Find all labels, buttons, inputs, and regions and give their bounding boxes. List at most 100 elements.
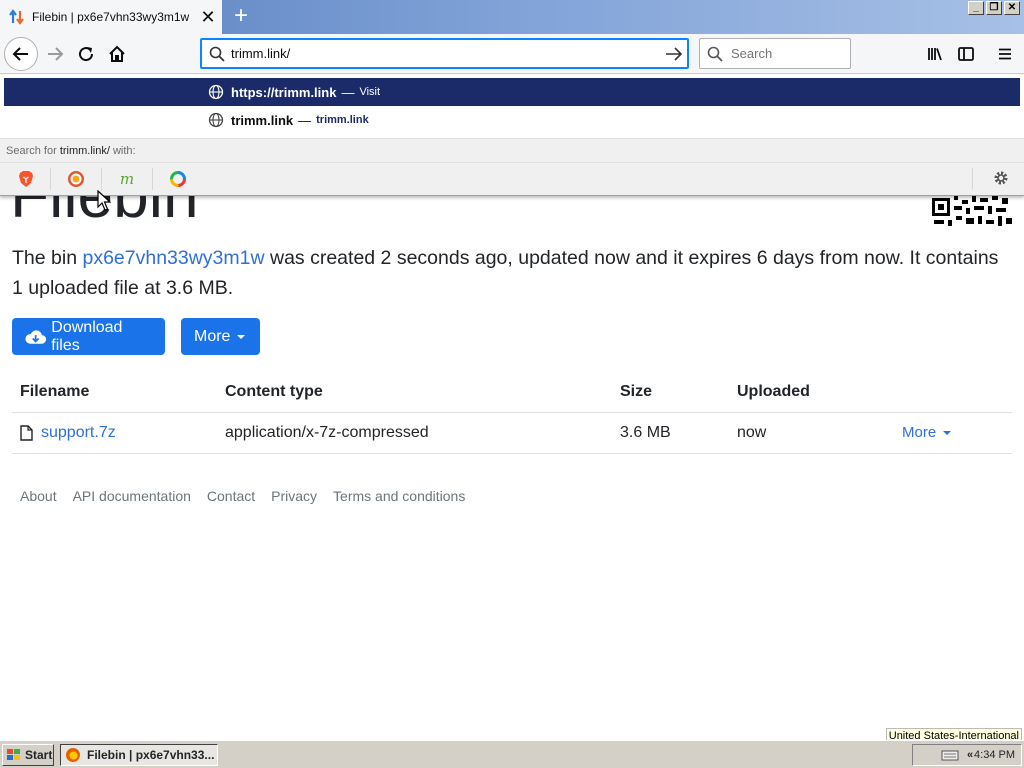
tab-close-icon[interactable]: ✕ bbox=[198, 7, 218, 28]
uploaded-cell: now bbox=[729, 412, 894, 454]
engine-separator bbox=[152, 168, 153, 190]
bin-id-link[interactable]: px6e7vhn33wy3m1w bbox=[82, 247, 264, 269]
library-button[interactable] bbox=[920, 39, 950, 69]
search-with-prefix: Search for bbox=[6, 145, 60, 157]
url-suggestions-dropdown: https://trimm.link — Visit trimm.link — … bbox=[0, 75, 1024, 196]
suggestion-separator: — bbox=[341, 84, 355, 100]
more-dropdown-button[interactable]: More bbox=[181, 318, 260, 355]
download-files-label: Download files bbox=[51, 318, 123, 354]
file-icon bbox=[20, 424, 33, 441]
search-icon bbox=[707, 46, 723, 62]
tray-expand-button[interactable]: « bbox=[967, 749, 973, 761]
reload-button[interactable] bbox=[71, 39, 101, 69]
footer-link-terms[interactable]: Terms and conditions bbox=[333, 488, 465, 504]
mouse-cursor-icon bbox=[97, 190, 111, 211]
cloud-download-icon bbox=[25, 329, 47, 344]
column-header-actions bbox=[894, 372, 1012, 413]
search-with-label: Search for trimm.link/ with: bbox=[0, 138, 1024, 162]
clock: 4:34 PM bbox=[974, 749, 1015, 761]
summary-prefix: The bin bbox=[12, 247, 83, 269]
hamburger-icon bbox=[999, 48, 1011, 60]
file-link[interactable]: support.7z bbox=[41, 424, 116, 442]
tab-title: Filebin | px6e7vhn33wy3m1w bbox=[32, 10, 190, 24]
library-icon bbox=[928, 48, 942, 61]
forward-arrow-icon bbox=[48, 47, 64, 61]
qr-code-icon bbox=[932, 196, 1012, 226]
files-table: Filename Content type Size Uploaded supp… bbox=[12, 372, 1012, 454]
footer-link-privacy[interactable]: Privacy bbox=[271, 488, 317, 504]
search-with-suffix: with: bbox=[109, 145, 136, 157]
size-cell: 3.6 MB bbox=[612, 412, 729, 454]
search-engines-row: m bbox=[0, 162, 1024, 195]
filename-cell: support.7z bbox=[12, 412, 217, 454]
go-button[interactable] bbox=[660, 46, 688, 62]
page-content: Filebin The bin px6e7vhn33wy3m1w was cre… bbox=[0, 196, 1024, 740]
taskbar-item-firefox[interactable]: Filebin | px6e7vhn33... bbox=[60, 744, 218, 766]
bin-summary: The bin px6e7vhn33wy3m1w was created 2 s… bbox=[12, 243, 1012, 303]
row-actions-cell: More bbox=[894, 412, 1012, 454]
globe-icon bbox=[208, 84, 224, 100]
go-arrow-icon bbox=[666, 46, 683, 61]
table-header-row: Filename Content type Size Uploaded bbox=[12, 372, 1012, 413]
tab-filebin[interactable]: Filebin | px6e7vhn33wy3m1w ✕ bbox=[0, 0, 222, 34]
restore-button[interactable]: ❐ bbox=[986, 1, 1002, 15]
caret-down-icon bbox=[943, 430, 952, 435]
content-type-cell: application/x-7z-compressed bbox=[217, 412, 612, 454]
qwant-icon bbox=[170, 171, 186, 187]
footer-links: About API documentation Contact Privacy … bbox=[20, 488, 465, 504]
column-header-filename: Filename bbox=[12, 372, 217, 413]
new-tab-button[interactable]: + bbox=[228, 4, 254, 30]
home-button[interactable] bbox=[102, 39, 132, 69]
url-input[interactable] bbox=[231, 46, 660, 61]
globe-icon bbox=[208, 112, 224, 128]
gear-icon bbox=[994, 171, 1008, 185]
suggestion-action: Visit bbox=[359, 86, 381, 98]
column-header-size: Size bbox=[612, 372, 729, 413]
start-button[interactable]: Start bbox=[2, 744, 54, 766]
suggestion-row-domain[interactable]: trimm.link — trimm.link bbox=[4, 106, 1020, 134]
download-files-button[interactable]: Download files bbox=[12, 318, 165, 355]
engine-brave-button[interactable] bbox=[15, 168, 37, 190]
search-icon bbox=[209, 46, 225, 62]
engine-mojeek-button[interactable]: m bbox=[116, 168, 138, 190]
firefox-icon bbox=[66, 748, 80, 762]
system-tray: « 4:34 PM bbox=[912, 744, 1022, 766]
search-settings-button[interactable] bbox=[992, 169, 1010, 192]
back-button[interactable] bbox=[4, 37, 38, 71]
forward-button[interactable] bbox=[40, 39, 70, 69]
minimize-button[interactable]: _ bbox=[968, 1, 984, 15]
search-input[interactable] bbox=[731, 46, 850, 61]
column-header-uploaded: Uploaded bbox=[729, 372, 894, 413]
start-label: Start bbox=[25, 748, 53, 762]
engine-qwant-button[interactable] bbox=[167, 168, 189, 190]
navigation-toolbar bbox=[0, 34, 1024, 74]
column-header-content-type: Content type bbox=[217, 372, 612, 413]
back-arrow-icon bbox=[12, 47, 28, 61]
engine-separator bbox=[972, 168, 973, 190]
search-with-term: trimm.link/ bbox=[59, 145, 110, 157]
mojeek-icon: m bbox=[119, 170, 135, 188]
search-bar[interactable] bbox=[699, 38, 851, 69]
sidebar-button[interactable] bbox=[951, 39, 981, 69]
footer-link-about[interactable]: About bbox=[20, 488, 57, 504]
url-bar[interactable] bbox=[200, 38, 689, 69]
keyboard-icon[interactable] bbox=[941, 749, 959, 761]
footer-link-api-documentation[interactable]: API documentation bbox=[73, 488, 191, 504]
taskbar: Start Filebin | px6e7vhn33... « 4:34 PM bbox=[0, 740, 1024, 768]
brave-icon bbox=[19, 171, 33, 187]
home-icon bbox=[109, 45, 125, 62]
taskbar-item-label: Filebin | px6e7vhn33... bbox=[87, 748, 215, 762]
row-more-button[interactable]: More bbox=[902, 423, 952, 441]
engine-duckduckgo-button[interactable] bbox=[65, 168, 87, 190]
tab-strip: Filebin | px6e7vhn33wy3m1w ✕ + _ ❐ ✕ bbox=[0, 0, 1024, 34]
row-more-label: More bbox=[902, 423, 937, 441]
engine-separator bbox=[50, 168, 51, 190]
suggestion-action: trimm.link bbox=[316, 114, 369, 126]
suggestion-row-visit[interactable]: https://trimm.link — Visit bbox=[4, 78, 1020, 106]
duckduckgo-icon bbox=[68, 171, 84, 187]
suggestion-url: https://trimm.link bbox=[231, 84, 337, 100]
footer-link-contact[interactable]: Contact bbox=[207, 488, 255, 504]
hamburger-menu-button[interactable] bbox=[990, 39, 1020, 69]
suggestion-separator: — bbox=[298, 112, 312, 128]
close-window-button[interactable]: ✕ bbox=[1004, 1, 1020, 15]
